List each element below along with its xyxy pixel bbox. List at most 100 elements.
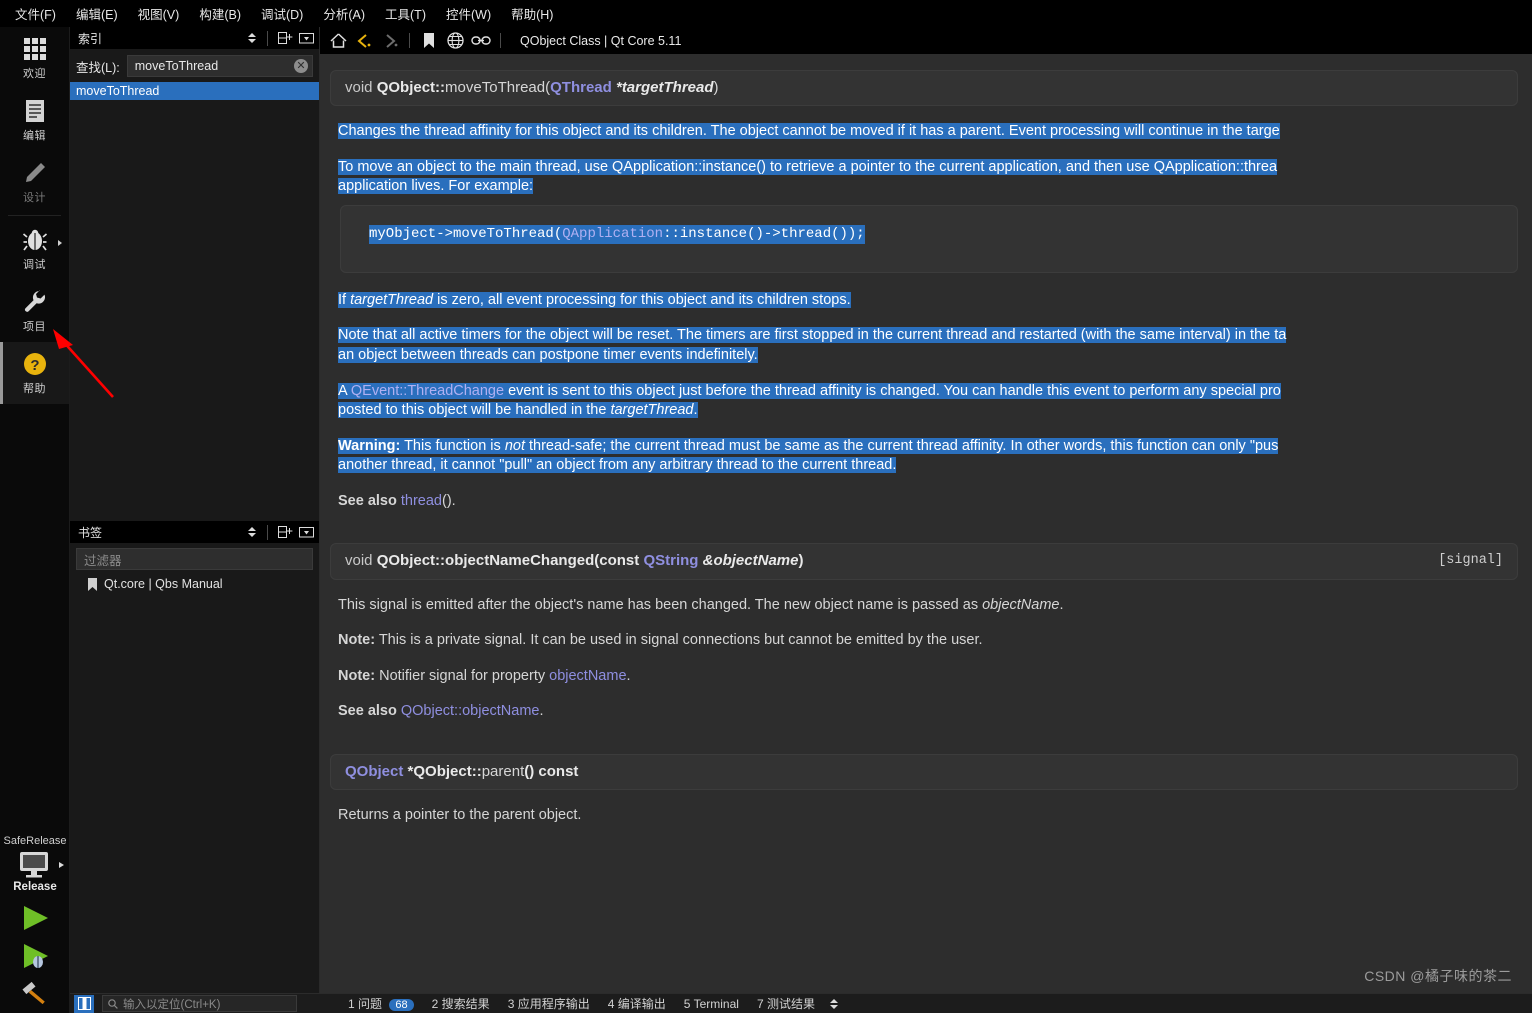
documentation-page[interactable]: void QObject::moveToThread(QThread *targ… xyxy=(320,54,1532,1013)
issues-badge: 68 xyxy=(389,999,414,1011)
link-qevent-threadchange[interactable]: QEvent::ThreadChange xyxy=(351,383,504,399)
clear-icon[interactable]: ✕ xyxy=(294,59,308,73)
debug-mode-caret-icon[interactable] xyxy=(58,240,62,246)
help-sidebar: 索引 查找(L): moveToThread ✕ moveToThread 书签… xyxy=(70,27,320,1013)
output-pane-spinner-icon[interactable] xyxy=(828,996,840,1012)
locator-input[interactable]: 输入以定位(Ctrl+K) xyxy=(102,995,297,1012)
menu-item-widgets[interactable]: 控件(W) xyxy=(437,0,500,27)
forward-arrow-icon[interactable] xyxy=(378,30,402,52)
output-pane-test-results[interactable]: 7 测试结果 xyxy=(748,995,824,1012)
warn-italic: not xyxy=(504,437,525,454)
dock-menu-icon[interactable] xyxy=(298,524,315,541)
menu-item-edit[interactable]: 编辑(E) xyxy=(67,0,127,27)
menu-item-build[interactable]: 构建(B) xyxy=(190,0,250,27)
monitor-icon[interactable] xyxy=(15,849,55,881)
p5-b: event is sent to this object just before… xyxy=(504,382,1281,399)
output-pane-app-output[interactable]: 3 应用程序输出 xyxy=(499,995,599,1012)
bookmarks-list[interactable]: Qt.core | Qbs Manual xyxy=(70,574,319,1013)
sidebar-item-welcome[interactable]: 欢迎 xyxy=(0,27,69,89)
bookmark-icon xyxy=(88,577,97,591)
signature3-ptr: * xyxy=(403,762,414,780)
start-debugging-button[interactable] xyxy=(0,937,70,975)
search-input[interactable]: moveToThread ✕ xyxy=(126,55,313,77)
home-icon[interactable] xyxy=(326,30,350,52)
bookmarks-dock-title[interactable]: 书签 xyxy=(78,524,242,541)
signature-arg-type[interactable]: QThread xyxy=(550,79,612,96)
sidebar-label-debug: 调试 xyxy=(23,258,46,271)
paragraph-text: another thread, it cannot "pull" an obje… xyxy=(338,457,897,474)
help-viewer-toolbar: QObject Class | Qt Core 5.11 xyxy=(320,27,1532,54)
code-example-block[interactable]: myObject->moveToThread(QApplication::ins… xyxy=(340,204,1518,273)
output-pane-search-results[interactable]: 2 搜索结果 xyxy=(423,995,499,1012)
sidebar-item-help[interactable]: ? 帮助 xyxy=(0,342,69,404)
list-item[interactable]: moveToThread xyxy=(70,82,319,100)
signature-return-type: void xyxy=(345,79,373,96)
search-icon xyxy=(108,998,118,1009)
menu-item-tools[interactable]: 工具(T) xyxy=(376,0,435,27)
toolbar-divider-2 xyxy=(500,33,501,48)
watermark: CSDN @橘子味的茶二 xyxy=(1364,968,1512,984)
index-result-list[interactable]: moveToThread xyxy=(70,82,319,521)
menu-item-help[interactable]: 帮助(H) xyxy=(502,0,562,27)
link-thread[interactable]: thread xyxy=(401,493,442,509)
index-dock-title[interactable]: 索引 xyxy=(78,30,242,47)
pane-label: 应用程序输出 xyxy=(517,997,590,1011)
pencil-icon xyxy=(25,162,45,182)
menu-item-view[interactable]: 视图(V) xyxy=(129,0,189,27)
code-line: myObject->moveToThread(QApplication::ins… xyxy=(369,224,865,244)
dock-header-divider xyxy=(267,30,268,46)
sidebar-item-edit[interactable]: 编辑 xyxy=(0,89,69,151)
sidebar-item-projects[interactable]: 项目 xyxy=(0,280,69,342)
paragraph-warning: Warning: This function is not thread-saf… xyxy=(320,437,1532,457)
signature3-tail: () const xyxy=(524,762,579,780)
bookmarks-selector-spinner-icon[interactable] xyxy=(246,524,258,540)
code-link-qapplication[interactable]: QApplication xyxy=(562,226,663,242)
bookmark-icon[interactable] xyxy=(417,30,441,52)
pane-number: 4 xyxy=(607,997,615,1011)
see-also-thread: See also thread(). xyxy=(320,492,1532,512)
paragraph-text: application lives. For example: xyxy=(338,178,534,195)
output-pane-terminal[interactable]: 5 Terminal xyxy=(675,997,748,1011)
rail-divider xyxy=(8,215,61,216)
build-config-label: Release xyxy=(13,881,57,893)
status-bar: 输入以定位(Ctrl+K) 1 问题 68 2 搜索结果 3 应用程序输出 4 … xyxy=(70,993,1532,1013)
back-arrow-icon[interactable] xyxy=(352,30,376,52)
menu-item-debug[interactable]: 调试(D) xyxy=(252,0,312,27)
pane-label: 编译输出 xyxy=(617,997,666,1011)
bookmarks-dock-header: 书签 xyxy=(70,521,319,543)
link-icon[interactable] xyxy=(469,30,493,52)
p3-italic: targetThread xyxy=(350,291,434,308)
link-objectname[interactable]: objectName xyxy=(549,668,626,684)
sidebar-item-design[interactable]: 设计 xyxy=(0,151,69,213)
output-pane-issues[interactable]: 1 问题 68 xyxy=(339,995,423,1012)
bookmarks-filter-input[interactable]: 过滤器 xyxy=(76,548,313,570)
output-pane-compile-output[interactable]: 4 编译输出 xyxy=(599,995,675,1012)
menu-item-file[interactable]: 文件(F) xyxy=(6,0,65,27)
grid-icon xyxy=(23,37,46,60)
signature2-arg-type[interactable]: QString xyxy=(643,552,698,569)
signature3-type[interactable]: QObject xyxy=(345,763,403,780)
dock-selector-spinner-icon[interactable] xyxy=(246,30,258,46)
note-text: This is a private signal. It can be used… xyxy=(375,632,983,649)
sidebar-toggle-icon[interactable] xyxy=(74,994,94,1013)
see-also-tail: . xyxy=(539,703,544,720)
signature2-arg-name: objectName xyxy=(713,552,799,570)
dock-menu-icon[interactable] xyxy=(298,30,315,47)
build-button[interactable] xyxy=(0,975,70,1013)
sidebar-item-debug[interactable]: 调试 xyxy=(0,218,69,280)
list-item[interactable]: Qt.core | Qbs Manual xyxy=(70,574,319,594)
paragraph-target-zero: If targetThread is zero, all event proce… xyxy=(320,291,1532,311)
bug-icon xyxy=(22,229,47,251)
run-config-caret-icon[interactable] xyxy=(59,862,64,868)
add-split-icon[interactable] xyxy=(277,30,294,47)
add-split-icon[interactable] xyxy=(277,524,294,541)
globe-icon[interactable] xyxy=(443,30,467,52)
locator-placeholder: 输入以定位(Ctrl+K) xyxy=(123,998,221,1011)
pane-label: 搜索结果 xyxy=(441,997,490,1011)
status-badge: [signal] xyxy=(1438,553,1503,569)
signature2-arg-amp: & xyxy=(698,552,714,570)
wrench-icon xyxy=(24,289,45,312)
link-qobject-objectname[interactable]: QObject::objectName xyxy=(401,703,540,719)
run-button[interactable] xyxy=(0,899,70,937)
menu-item-analyze[interactable]: 分析(A) xyxy=(314,0,374,27)
